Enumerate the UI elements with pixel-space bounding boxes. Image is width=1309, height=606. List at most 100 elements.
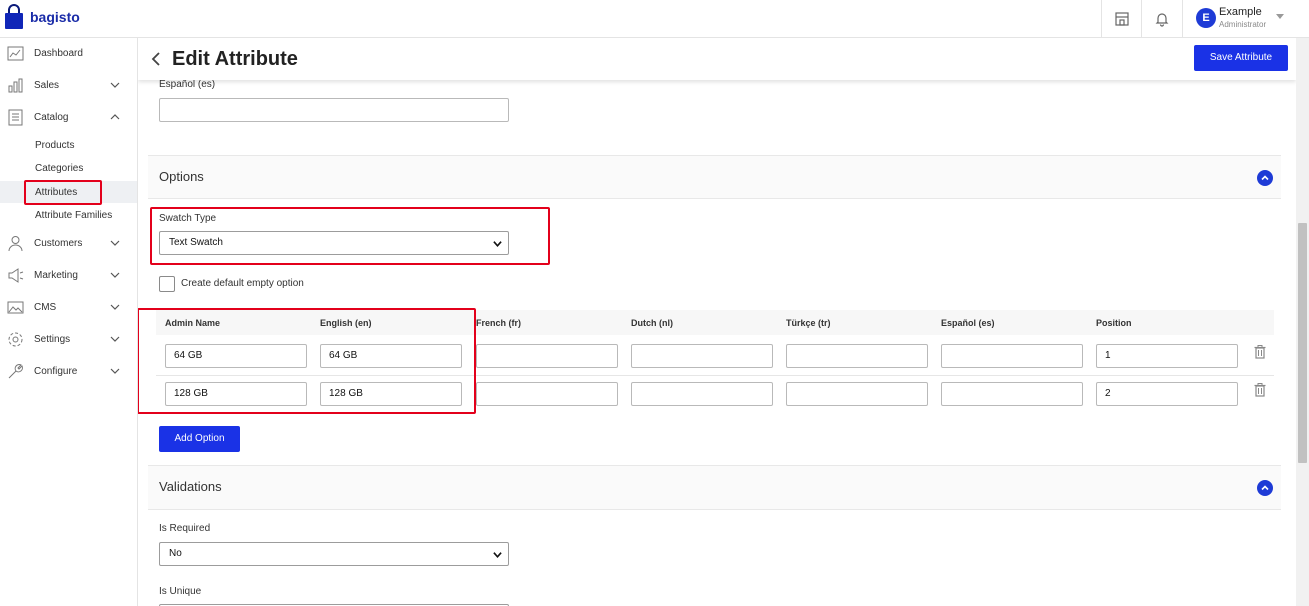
- chevron-down-icon: [493, 552, 502, 558]
- validations-section-header[interactable]: Validations: [148, 465, 1281, 510]
- sidebar-subitem-attribute-families[interactable]: Attribute Families: [0, 204, 137, 226]
- page-scrollbar[interactable]: [1296, 38, 1309, 606]
- validations-title: Validations: [159, 479, 222, 494]
- main-content: Edit Attribute Save Attribute Español (e…: [138, 38, 1296, 606]
- option-admin-name-input[interactable]: 128 GB: [165, 382, 307, 406]
- option-turkish-input[interactable]: [786, 344, 928, 368]
- col-position: Position: [1096, 318, 1132, 328]
- caret-down-icon: [1276, 14, 1284, 19]
- is-required-select[interactable]: No: [159, 542, 509, 566]
- chevron-down-icon: [110, 272, 120, 278]
- swatch-type-select[interactable]: Text Swatch: [159, 231, 509, 255]
- col-spanish: Español (es): [941, 318, 995, 328]
- option-admin-name-input[interactable]: 64 GB: [165, 344, 307, 368]
- sidebar-item-sales[interactable]: Sales: [0, 73, 137, 97]
- user-role: Administrator: [1219, 20, 1267, 29]
- sidebar-item-dashboard[interactable]: Dashboard: [0, 41, 137, 65]
- chevron-down-icon: [110, 82, 120, 88]
- user-name: Example: [1219, 6, 1262, 18]
- sidebar-item-label: CMS: [34, 301, 57, 313]
- dashboard-icon: [7, 46, 24, 60]
- is-required-label: Is Required: [159, 523, 211, 534]
- espanol-label: Español (es): [159, 79, 216, 90]
- store-icon: [1114, 11, 1129, 26]
- option-spanish-input[interactable]: [941, 382, 1083, 406]
- wrench-icon: [8, 363, 23, 378]
- chevron-down-icon: [110, 336, 120, 342]
- sidebar-item-customers[interactable]: Customers: [0, 231, 137, 255]
- option-dutch-input[interactable]: [631, 382, 773, 406]
- option-position-input[interactable]: 1: [1096, 344, 1238, 368]
- option-position-input[interactable]: 2: [1096, 382, 1238, 406]
- swatch-type-label: Swatch Type: [159, 213, 217, 224]
- option-english-input[interactable]: 64 GB: [320, 344, 462, 368]
- trash-icon[interactable]: [1254, 345, 1266, 359]
- sidebar-item-catalog[interactable]: Catalog: [0, 105, 137, 129]
- marketing-icon: [8, 267, 24, 283]
- is-unique-label: Is Unique: [159, 586, 202, 597]
- sidebar-item-label: Settings: [34, 333, 71, 345]
- user-menu[interactable]: E Example Administrator: [1182, 0, 1309, 37]
- sidebar: Dashboard Sales Catalog Products Categor…: [0, 38, 138, 606]
- chevron-down-icon: [110, 368, 120, 374]
- sidebar-item-cms[interactable]: CMS: [0, 295, 137, 319]
- trash-icon[interactable]: [1254, 383, 1266, 397]
- default-empty-checkbox[interactable]: [159, 276, 175, 292]
- top-bar: bagisto E Example Administrator: [0, 0, 1309, 38]
- sidebar-item-label: Customers: [34, 237, 83, 249]
- swatch-type-value: Text Swatch: [169, 237, 223, 248]
- sidebar-subitem-products[interactable]: Products: [0, 134, 137, 156]
- option-french-input[interactable]: [476, 344, 618, 368]
- chevron-down-icon: [493, 241, 502, 247]
- chevron-down-icon: [110, 304, 120, 310]
- notifications-button[interactable]: [1141, 0, 1181, 37]
- bag-logo-icon: [5, 4, 23, 29]
- add-option-button[interactable]: Add Option: [159, 426, 240, 452]
- settings-icon: [8, 332, 23, 346]
- col-turkish: Türkçe (tr): [786, 318, 831, 328]
- default-empty-label: Create default empty option: [181, 278, 304, 289]
- sidebar-item-label: Dashboard: [34, 47, 83, 59]
- avatar: E: [1196, 8, 1216, 28]
- sidebar-item-label: Marketing: [34, 269, 78, 281]
- sidebar-subitem-label: Attribute Families: [35, 209, 113, 221]
- chevron-down-icon: [110, 240, 120, 246]
- option-french-input[interactable]: [476, 382, 618, 406]
- customers-icon: [8, 235, 23, 251]
- back-arrow-icon[interactable]: [151, 52, 161, 66]
- option-dutch-input[interactable]: [631, 344, 773, 368]
- sidebar-item-configure[interactable]: Configure: [0, 359, 137, 383]
- col-dutch: Dutch (nl): [631, 318, 673, 328]
- sales-icon: [8, 78, 23, 92]
- options-section-header[interactable]: Options: [148, 155, 1281, 199]
- sidebar-subitem-categories[interactable]: Categories: [0, 157, 137, 179]
- espanol-input[interactable]: [159, 98, 509, 122]
- save-attribute-button[interactable]: Save Attribute: [1194, 45, 1288, 71]
- sidebar-item-label: Sales: [34, 79, 60, 91]
- app-name: bagisto: [30, 9, 80, 25]
- option-spanish-input[interactable]: [941, 344, 1083, 368]
- catalog-icon: [8, 109, 23, 125]
- storefront-button[interactable]: [1101, 0, 1141, 37]
- logo[interactable]: bagisto: [4, 4, 80, 30]
- row-separator: [156, 375, 1274, 376]
- sidebar-item-marketing[interactable]: Marketing: [0, 263, 137, 287]
- col-french: French (fr): [476, 318, 521, 328]
- sidebar-subitem-label: Categories: [35, 162, 84, 174]
- page-title: Edit Attribute: [172, 48, 298, 70]
- page-header: Edit Attribute Save Attribute: [138, 38, 1296, 80]
- options-title: Options: [159, 169, 204, 184]
- chevron-up-circle-icon[interactable]: [1257, 480, 1273, 496]
- sidebar-item-label: Catalog: [34, 111, 69, 123]
- col-admin-name: Admin Name: [165, 318, 221, 328]
- sidebar-item-label: Configure: [34, 365, 78, 377]
- chevron-up-circle-icon[interactable]: [1257, 170, 1273, 186]
- chevron-up-icon: [110, 114, 120, 120]
- scrollbar-thumb[interactable]: [1298, 223, 1307, 463]
- sidebar-item-settings[interactable]: Settings: [0, 327, 137, 351]
- option-turkish-input[interactable]: [786, 382, 928, 406]
- sidebar-subitem-label: Products: [35, 139, 75, 151]
- cms-icon: [7, 301, 24, 313]
- is-required-value: No: [169, 548, 182, 559]
- option-english-input[interactable]: 128 GB: [320, 382, 462, 406]
